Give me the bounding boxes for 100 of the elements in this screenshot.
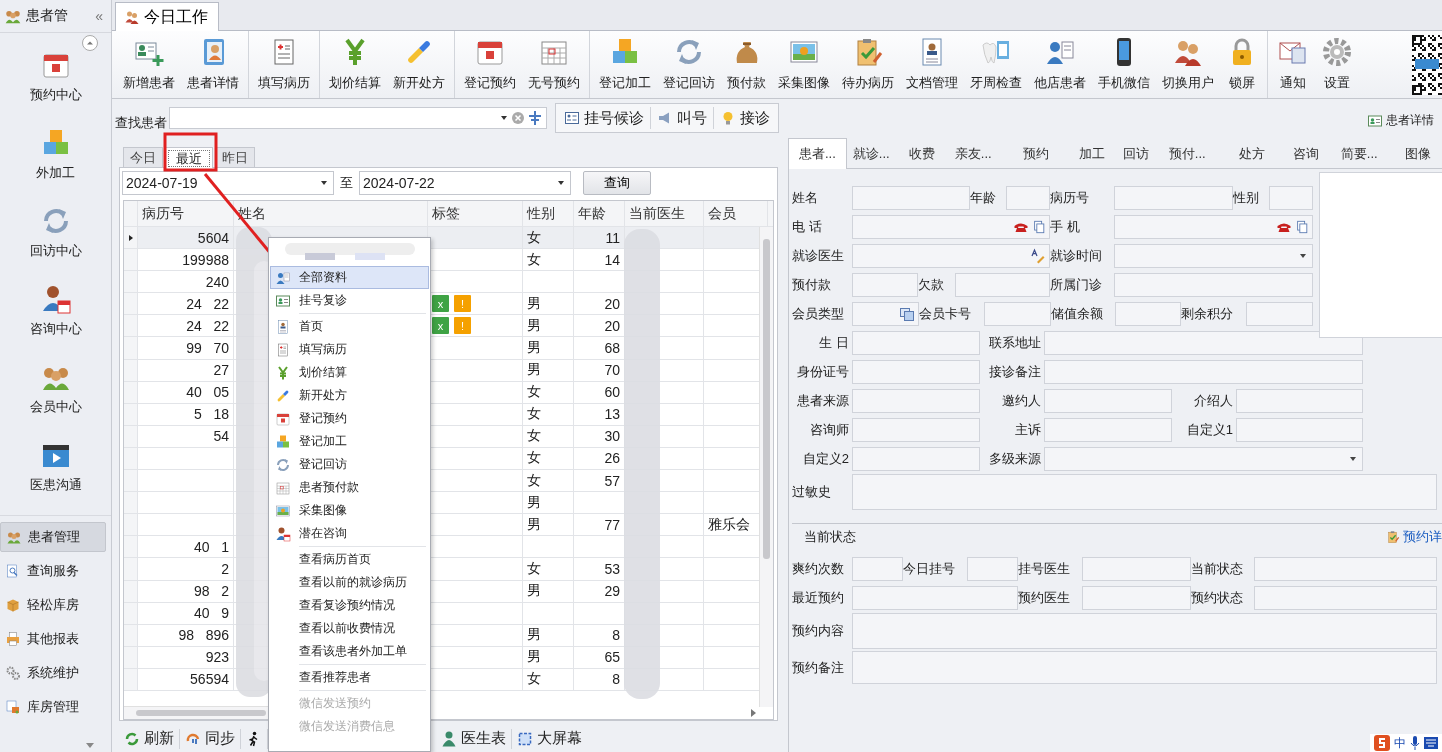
toolbar-button[interactable]: 手机微信: [1092, 31, 1156, 98]
document-tab[interactable]: 今日工作: [115, 2, 219, 31]
menu-item[interactable]: 登记加工: [270, 430, 429, 453]
sidebar-item[interactable]: 医患沟通: [0, 431, 111, 501]
toolbar-button[interactable]: 预付款: [721, 31, 772, 98]
input-field[interactable]: [852, 243, 1050, 268]
collapse-button[interactable]: «: [95, 8, 103, 24]
toolbar-button[interactable]: 他店患者: [1028, 31, 1092, 98]
toolbar-button[interactable]: 大屏幕: [512, 728, 587, 749]
toolbar-button[interactable]: 患者详情: [181, 31, 245, 98]
nav-item[interactable]: 查询服务: [0, 556, 106, 586]
toolbar-button[interactable]: 填写病历: [252, 31, 316, 98]
input-field[interactable]: [1044, 417, 1172, 442]
row-header[interactable]: [124, 227, 138, 249]
toolbar-button[interactable]: 挂号候诊: [558, 107, 651, 129]
nav-item[interactable]: 系统维护: [0, 658, 106, 688]
input-field[interactable]: [852, 214, 1050, 239]
toolbar-button[interactable]: 切换用户: [1156, 31, 1220, 98]
toolbar-button[interactable]: 划价结算: [323, 31, 387, 98]
input-field[interactable]: [967, 556, 1018, 581]
scroll-down-button[interactable]: [86, 743, 94, 748]
vertical-scrollbar[interactable]: [759, 227, 773, 707]
menu-item[interactable]: 潜在咨询: [270, 522, 429, 545]
menu-item[interactable]: 采集图像: [270, 499, 429, 522]
toolbar-button[interactable]: 文档管理: [900, 31, 964, 98]
panel-tab[interactable]: 咨询: [1286, 140, 1335, 168]
input-field[interactable]: [852, 301, 919, 326]
scroll-up-button[interactable]: [82, 35, 98, 51]
panel-tab[interactable]: 患者...: [788, 138, 847, 169]
input-field[interactable]: [955, 272, 1050, 297]
panel-tab[interactable]: 图像: [1398, 140, 1439, 168]
menu-item[interactable]: 填写病历: [270, 338, 429, 361]
toolbar-button[interactable]: 锁屏: [1220, 31, 1264, 98]
input-field[interactable]: [1114, 243, 1313, 268]
toolbar-button[interactable]: 牙周检查: [964, 31, 1028, 98]
input-field[interactable]: [852, 272, 918, 297]
date-field[interactable]: 2024-07-22: [359, 171, 571, 195]
input-field[interactable]: [852, 359, 980, 384]
toolbar-button[interactable]: 接诊: [714, 107, 776, 129]
toolbar-button[interactable]: 无号预约: [522, 31, 586, 98]
input-field[interactable]: [1115, 301, 1181, 326]
menu-item[interactable]: 查看以前收费情况: [270, 617, 429, 640]
toolbar-button[interactable]: 待办病历: [836, 31, 900, 98]
toolbar-button[interactable]: 采集图像: [772, 31, 836, 98]
input-field[interactable]: [852, 585, 1018, 610]
input-field[interactable]: [1114, 185, 1233, 210]
menu-item[interactable]: 查看病历首页: [270, 548, 429, 571]
nav-item[interactable]: 库房管理: [0, 692, 106, 722]
menu-item[interactable]: 首页: [270, 315, 429, 338]
search-field[interactable]: [169, 107, 547, 129]
menu-item[interactable]: 全部资料: [270, 266, 429, 289]
toolbar-button[interactable]: 登记加工: [593, 31, 657, 98]
nav-item[interactable]: 其他报表: [0, 624, 106, 654]
input-field[interactable]: [852, 185, 970, 210]
input-field[interactable]: [852, 556, 903, 581]
sidebar-item[interactable]: 会员中心: [0, 353, 111, 423]
panel-tab[interactable]: 亲友...: [948, 140, 1017, 168]
menu-item[interactable]: 新开处方: [270, 384, 429, 407]
menu-item[interactable]: 登记预约: [270, 407, 429, 430]
input-field[interactable]: [1254, 556, 1437, 581]
input-field[interactable]: [1044, 359, 1363, 384]
input-field[interactable]: [852, 330, 980, 355]
input-field[interactable]: [1236, 417, 1363, 442]
input-field[interactable]: [984, 301, 1051, 326]
query-button[interactable]: 查询: [583, 171, 651, 195]
sidebar-item[interactable]: 外加工: [0, 119, 111, 189]
toolbar-button[interactable]: 刷新: [119, 728, 180, 749]
toolbar-button[interactable]: 新增患者: [117, 31, 181, 98]
period-tab[interactable]: 今日: [123, 147, 163, 167]
input-field[interactable]: [1269, 185, 1313, 210]
menu-item[interactable]: 挂号复诊: [270, 289, 429, 312]
input-field[interactable]: [1082, 556, 1191, 581]
period-tab[interactable]: 昨日: [215, 147, 255, 167]
sidebar-item[interactable]: 预约中心: [0, 41, 111, 111]
patient-detail-button[interactable]: 患者详情: [1361, 111, 1440, 130]
panel-tab[interactable]: 预付...: [1162, 140, 1233, 168]
date-field[interactable]: 2024-07-19: [122, 171, 334, 195]
menu-item[interactable]: 登记回访: [270, 453, 429, 476]
toolbar-button[interactable]: 叫号: [651, 107, 714, 129]
toolbar-button[interactable]: 设置: [1315, 31, 1359, 98]
menu-item[interactable]: 查看复诊预约情况: [270, 594, 429, 617]
input-field[interactable]: [1044, 330, 1363, 355]
panel-tab[interactable]: 回访: [1116, 140, 1163, 168]
input-field[interactable]: [1114, 214, 1313, 239]
menu-item[interactable]: 查看以前的就诊病历: [270, 571, 429, 594]
panel-tab[interactable]: 就诊...: [846, 140, 903, 168]
horizontal-scrollbar[interactable]: [124, 706, 268, 719]
menu-item[interactable]: 患者预付款: [270, 476, 429, 499]
input-field[interactable]: [1254, 585, 1437, 610]
input-field[interactable]: [852, 651, 1437, 684]
input-field[interactable]: [852, 388, 980, 413]
menu-item[interactable]: 查看推荐患者: [270, 666, 429, 689]
panel-tab[interactable]: 收费: [902, 140, 949, 168]
input-field[interactable]: [1246, 301, 1313, 326]
input-field[interactable]: [852, 613, 1437, 649]
nav-item[interactable]: 患者管理: [0, 522, 106, 552]
toolbar-button[interactable]: 医生表: [436, 728, 512, 749]
input-field[interactable]: [1006, 185, 1050, 210]
toolbar-button[interactable]: 新开处方: [387, 31, 451, 98]
menu-item[interactable]: 划价结算: [270, 361, 429, 384]
